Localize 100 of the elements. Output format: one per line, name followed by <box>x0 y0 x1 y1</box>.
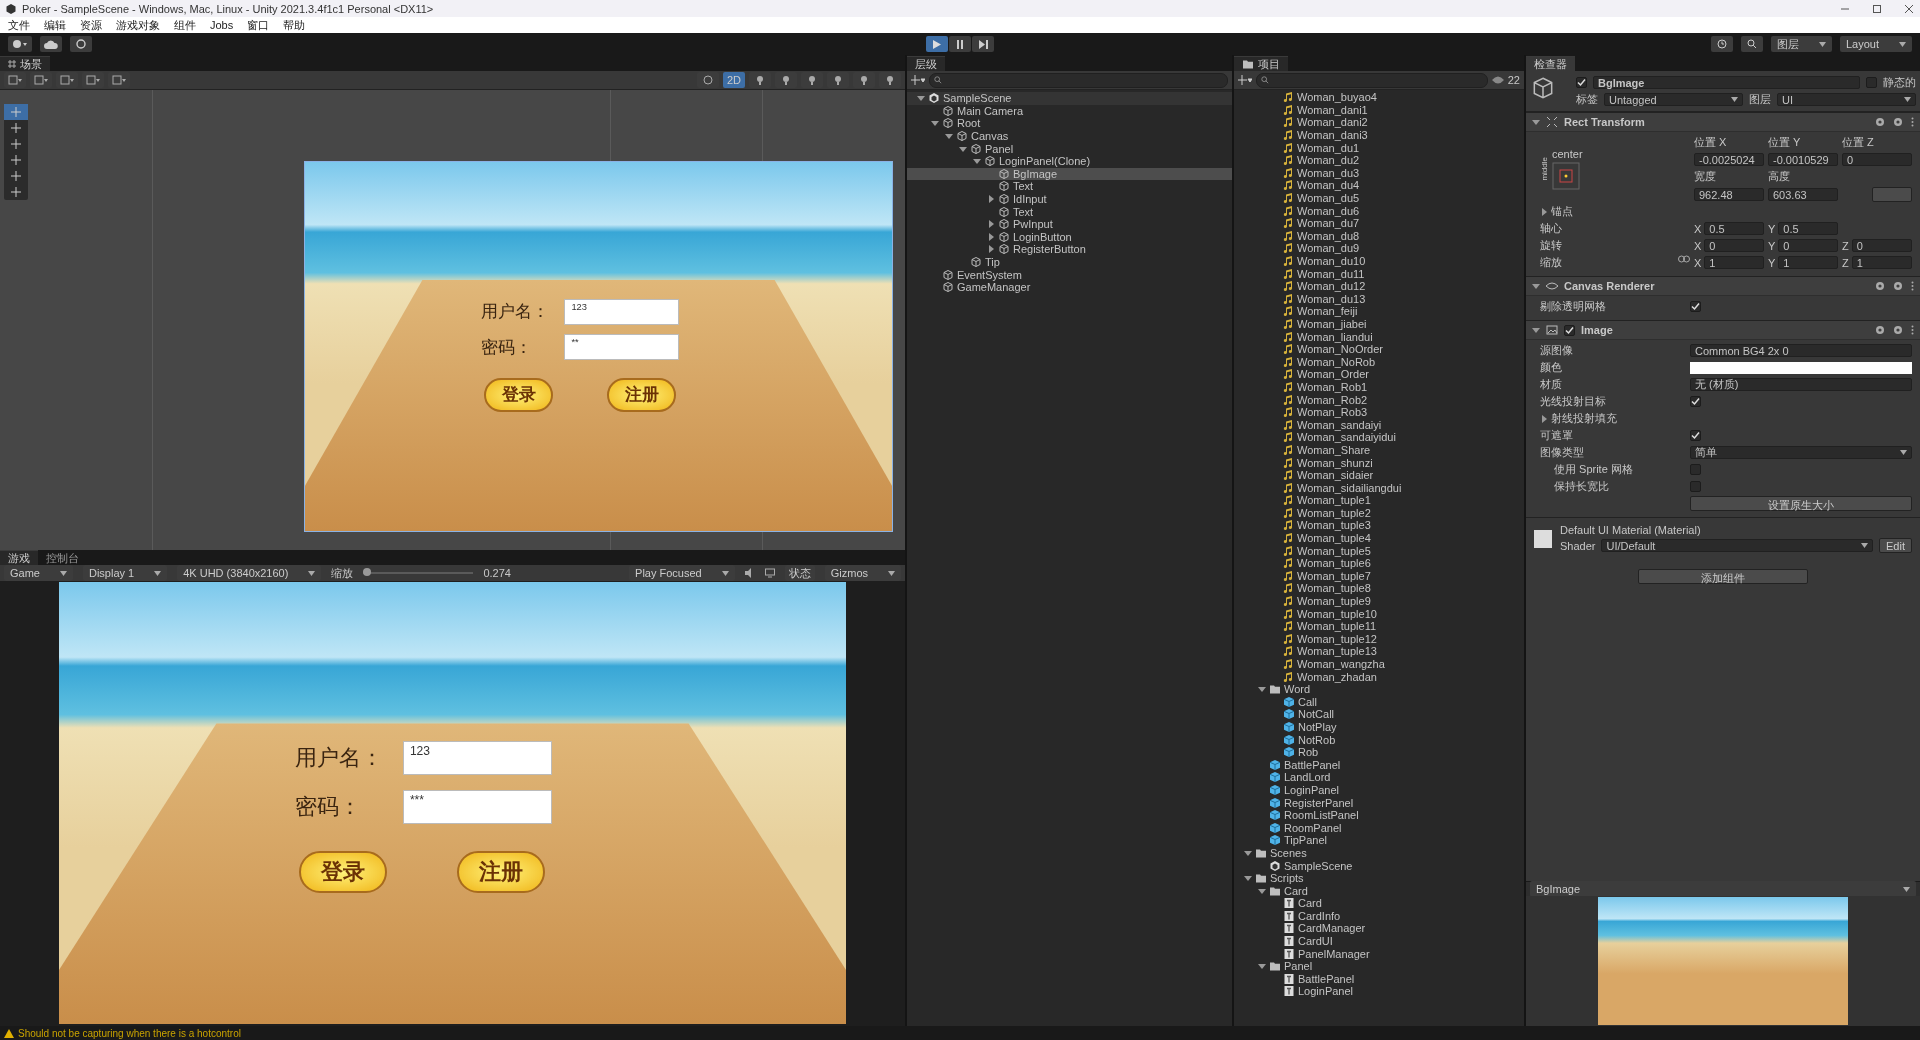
tree-item[interactable]: Woman_Share <box>1234 443 1524 457</box>
play-button[interactable] <box>926 36 948 52</box>
increment-snap-button[interactable] <box>82 72 104 88</box>
expand-arrow-icon[interactable] <box>1532 282 1540 290</box>
tree-item[interactable]: Woman_wangzha <box>1234 657 1524 671</box>
more-options-icon[interactable] <box>1911 117 1914 127</box>
set-native-size-button[interactable]: 设置原生大小 <box>1690 496 1912 511</box>
pause-button[interactable] <box>949 36 971 52</box>
tree-item[interactable]: Woman_liandui <box>1234 330 1524 343</box>
project-tab[interactable]: 项目 <box>1234 56 1288 71</box>
rotation-field[interactable]: 0 <box>1851 239 1912 252</box>
tree-item[interactable]: Woman_du5 <box>1234 191 1524 205</box>
tree-item[interactable]: LoginPanel(Clone) <box>907 154 1232 168</box>
tree-item[interactable]: Woman_du10 <box>1234 254 1524 268</box>
camera-button[interactable] <box>853 72 875 88</box>
tree-item[interactable]: GameManager <box>907 280 1232 294</box>
audio-button[interactable] <box>775 72 797 88</box>
tree-item[interactable]: Woman_sidaier <box>1234 468 1524 482</box>
tree-item[interactable]: Call <box>1234 695 1524 709</box>
tree-item[interactable]: Woman_Order <box>1234 368 1524 381</box>
menu-item[interactable]: Jobs <box>210 19 234 31</box>
scale-field[interactable]: 1 <box>1704 256 1764 269</box>
component-header[interactable]: Rect Transform <box>1526 112 1920 132</box>
object-name-field[interactable]: BgImage <box>1593 76 1860 89</box>
tree-item[interactable]: Woman_tuple13 <box>1234 645 1524 658</box>
tree-item[interactable]: Word <box>1234 682 1524 696</box>
play-focused-dropdown[interactable]: Play Focused <box>629 565 735 581</box>
register-button[interactable]: 注册 <box>607 378 677 412</box>
rotation-field[interactable]: 0 <box>1704 239 1764 252</box>
close-icon[interactable] <box>1904 3 1914 14</box>
menu-item[interactable]: 游戏对象 <box>116 17 160 33</box>
tree-item[interactable]: Woman_tuple8 <box>1234 582 1524 595</box>
draw-mode-button[interactable] <box>4 72 26 88</box>
preset-icon[interactable] <box>1893 281 1903 291</box>
render-cube-button[interactable] <box>30 72 52 88</box>
stats-button[interactable]: 状态 <box>784 565 815 581</box>
preview-dropdown[interactable]: BgImage <box>1530 881 1916 897</box>
tree-item[interactable]: Panel <box>1234 959 1524 973</box>
tree-item[interactable]: Woman_NoOrder <box>1234 342 1524 356</box>
component-header[interactable]: Image <box>1526 320 1920 340</box>
inspector-tab[interactable]: 检查器 <box>1526 56 1575 71</box>
add-icon[interactable] <box>911 75 925 85</box>
account-button[interactable] <box>8 36 32 52</box>
tree-item[interactable]: Woman_tuple11 <box>1234 619 1524 633</box>
tree-item[interactable]: CardInfo <box>1234 909 1524 923</box>
more-options-icon[interactable] <box>1911 281 1914 291</box>
panel-tab[interactable]: 游戏 <box>0 550 38 565</box>
menu-item[interactable]: 文件 <box>8 17 30 33</box>
tree-item[interactable]: SampleScene <box>1234 859 1524 872</box>
gizmos-button[interactable] <box>879 72 901 88</box>
search-button[interactable] <box>1740 36 1763 52</box>
tree-item[interactable]: Woman_tuple4 <box>1234 531 1524 545</box>
help-icon[interactable] <box>1875 117 1885 127</box>
tree-item[interactable]: Panel <box>907 142 1232 155</box>
tree-item[interactable]: Woman_du6 <box>1234 204 1524 217</box>
layers-dropdown[interactable]: 图层 <box>1770 36 1832 52</box>
expand-arrow-icon[interactable] <box>1532 326 1540 334</box>
tree-item[interactable]: Woman_sandaiyi <box>1234 418 1524 432</box>
tree-item[interactable]: CardManager <box>1234 922 1524 935</box>
tree-item[interactable]: Rob <box>1234 745 1524 759</box>
menu-item[interactable]: 帮助 <box>283 17 306 33</box>
tree-item[interactable]: BattlePanel <box>1234 758 1524 772</box>
ruler-button[interactable] <box>108 72 130 88</box>
resolution-dropdown[interactable]: 4K UHD (3840x2160) <box>177 565 322 581</box>
tag-dropdown[interactable]: Untagged <box>1604 93 1743 106</box>
preset-icon[interactable] <box>1893 117 1903 127</box>
tree-item[interactable]: Woman_du1 <box>1234 141 1524 154</box>
tree-item[interactable]: Woman_du4 <box>1234 179 1524 192</box>
step-button[interactable] <box>972 36 994 52</box>
tree-item[interactable]: Root <box>907 117 1232 130</box>
add-icon[interactable] <box>1238 75 1252 85</box>
collab-button[interactable] <box>70 36 92 52</box>
layout-dropdown[interactable]: Layout <box>1839 36 1912 52</box>
pivot-field[interactable]: 0.5 <box>1778 222 1838 235</box>
hierarchy-tab[interactable]: 层级 <box>907 56 945 71</box>
login-button[interactable]: 登录 <box>484 378 554 412</box>
menu-item[interactable]: 编辑 <box>44 17 66 33</box>
pivot-field[interactable]: 0.5 <box>1704 222 1764 235</box>
tree-item[interactable]: Woman_dani1 <box>1234 103 1524 117</box>
tree-item[interactable]: Card <box>1234 897 1524 910</box>
tree-item[interactable]: Woman_tuple2 <box>1234 506 1524 520</box>
tree-item[interactable]: Canvas <box>907 129 1232 143</box>
help-icon[interactable] <box>1875 281 1885 291</box>
tree-item[interactable]: Woman_tuple6 <box>1234 556 1524 570</box>
tree-item[interactable]: Woman_tuple1 <box>1234 494 1524 507</box>
more-options-icon[interactable] <box>1911 325 1914 335</box>
gizmos-dropdown[interactable]: Gizmos <box>824 565 901 581</box>
sprite-field[interactable]: Common BG4 2x 0 <box>1690 344 1912 357</box>
checkbox[interactable] <box>1690 430 1701 441</box>
collapse-arrow-icon[interactable] <box>987 195 995 204</box>
material-field[interactable]: 无 (材质) <box>1690 378 1912 391</box>
visibility-button[interactable] <box>827 72 849 88</box>
size-field[interactable]: 962.48 <box>1694 188 1764 201</box>
tree-item[interactable]: TipPanel <box>1234 834 1524 847</box>
view-mode-dropdown[interactable]: Game <box>4 565 73 581</box>
tree-item[interactable]: Woman_zhadan <box>1234 670 1524 683</box>
eye-icon[interactable] <box>1491 76 1504 84</box>
tree-item[interactable]: CardUI <box>1234 934 1524 948</box>
tree-item[interactable]: Woman_shunzi <box>1234 456 1524 469</box>
image-type-dropdown[interactable]: 简单 <box>1690 446 1912 459</box>
